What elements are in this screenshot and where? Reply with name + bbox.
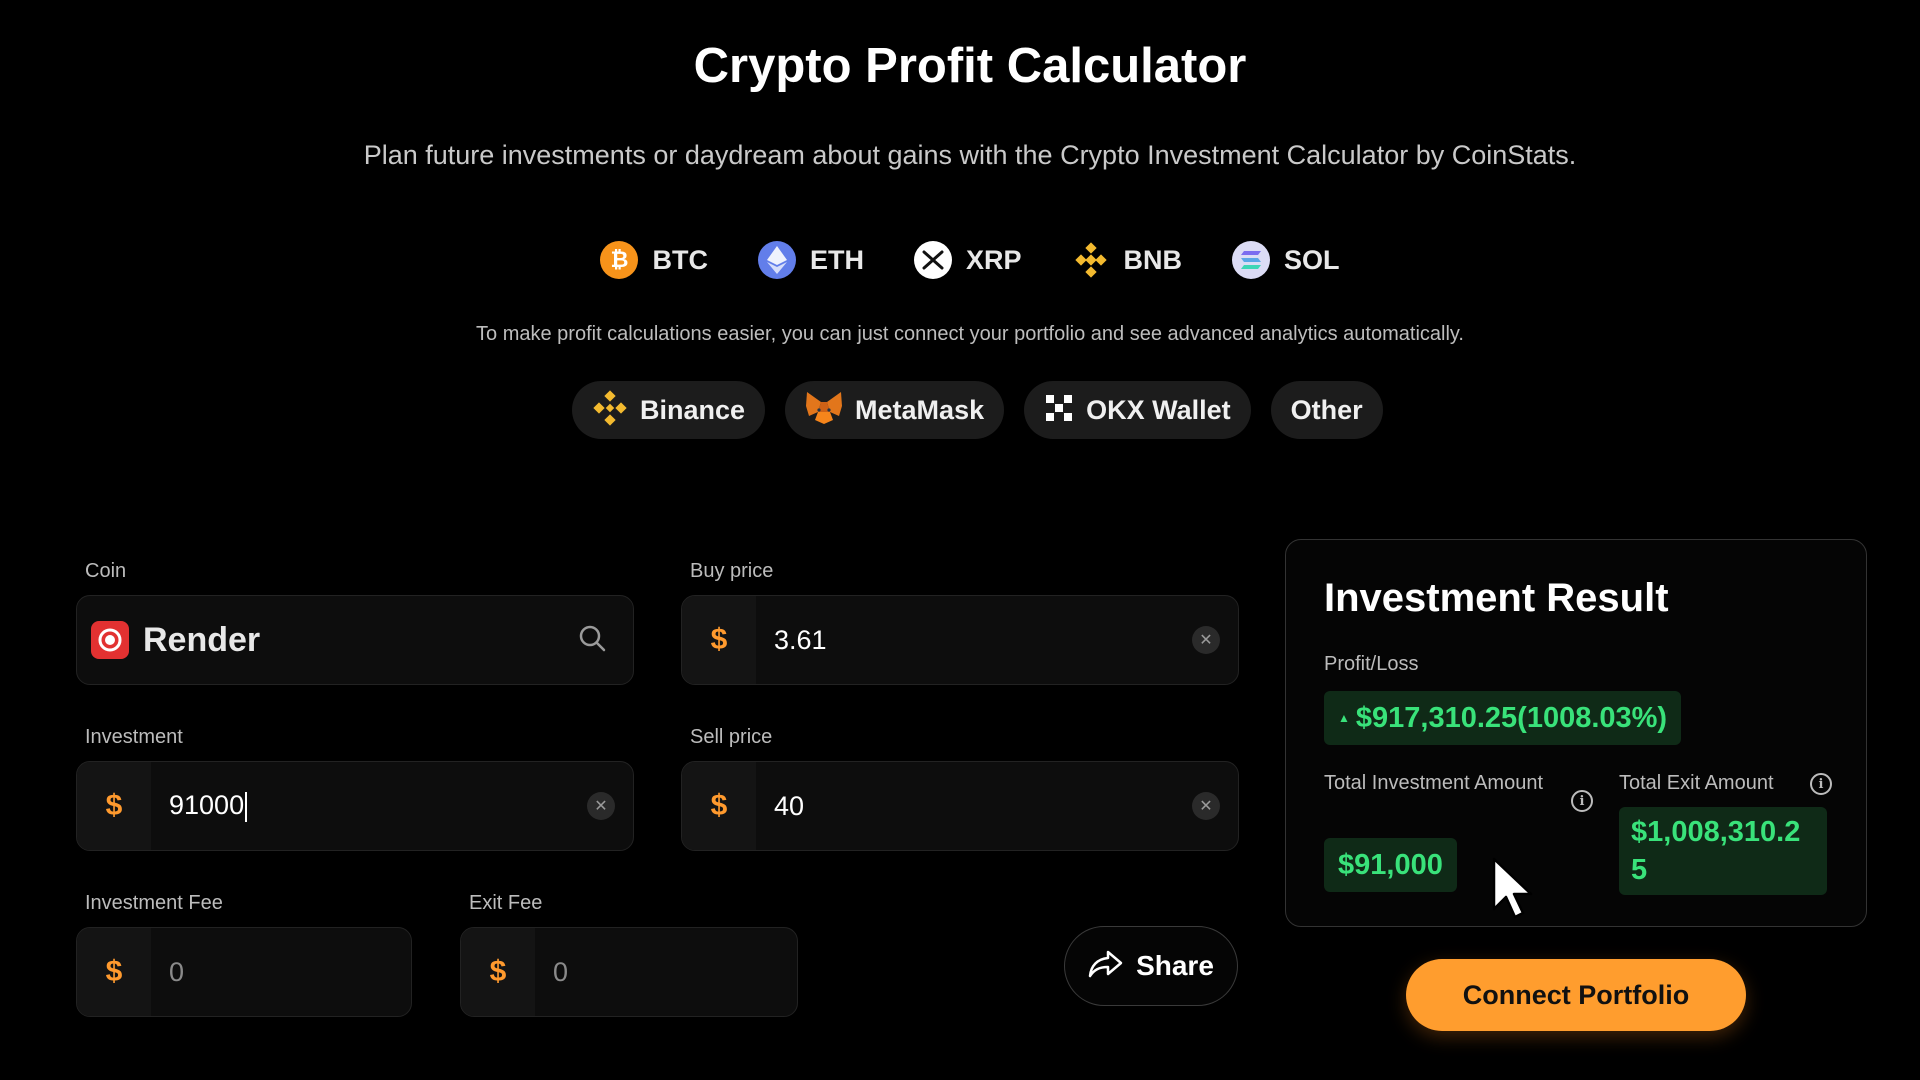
bnb-icon	[1072, 241, 1110, 279]
clear-icon[interactable]: ✕	[1192, 792, 1220, 820]
search-icon[interactable]	[577, 623, 607, 658]
investment-field[interactable]: $ 91000 ✕	[76, 761, 634, 851]
clear-icon[interactable]: ✕	[1192, 626, 1220, 654]
solana-icon	[1232, 241, 1270, 279]
connect-portfolio-label: Connect Portfolio	[1462, 979, 1690, 1010]
dollar-icon: $	[77, 762, 151, 850]
okx-icon	[1044, 393, 1074, 428]
coin-btc[interactable]: ₿ BTC	[600, 237, 708, 283]
buy-price-input[interactable]: 3.61	[756, 625, 1192, 656]
profit-loss-label: Profit/Loss	[1324, 653, 1419, 675]
investment-result-card: Investment Result Profit/Loss ▲ $917,310…	[1285, 539, 1867, 927]
coin-label: BNB	[1123, 244, 1183, 275]
exit-fee-label: Exit Fee	[469, 892, 543, 914]
up-arrow-icon: ▲	[1338, 711, 1350, 725]
investment-fee-label: Investment Fee	[85, 892, 223, 914]
coin-label: XRP	[965, 244, 1022, 275]
investment-label: Investment	[85, 726, 183, 748]
mouse-cursor-icon	[1490, 857, 1540, 923]
investment-fee-input[interactable]: 0	[151, 957, 411, 988]
share-label: Share	[1136, 950, 1214, 981]
render-icon	[91, 621, 129, 659]
wallet-other-button[interactable]: Other	[1270, 381, 1383, 439]
profit-loss-amount: $917,310.25(1008.03%)	[1355, 701, 1668, 734]
xrp-icon	[913, 241, 952, 279]
result-title: Investment Result	[1324, 576, 1669, 620]
coin-eth[interactable]: ETH	[757, 237, 864, 283]
wallet-binance-button[interactable]: Binance	[572, 381, 766, 439]
total-investment-label: Total Investment Amount	[1324, 772, 1544, 794]
coin-bnb[interactable]: BNB	[1072, 237, 1183, 283]
connect-hint: To make profit calculations easier, you …	[476, 323, 1464, 345]
binance-icon	[592, 389, 628, 431]
wallet-label: Binance	[640, 394, 746, 425]
wallet-okx-button[interactable]: OKX Wallet	[1024, 381, 1251, 439]
coin-sol[interactable]: SOL	[1232, 237, 1340, 283]
coin-value: Render	[143, 620, 261, 659]
bitcoin-icon: ₿	[600, 241, 639, 279]
dollar-icon: $	[77, 928, 151, 1016]
coin-xrp[interactable]: XRP	[913, 237, 1022, 283]
total-exit-label: Total Exit Amount	[1619, 772, 1774, 794]
wallet-label: OKX Wallet	[1086, 394, 1231, 425]
total-investment-value: $91,000	[1324, 838, 1457, 892]
exit-fee-input[interactable]: 0	[535, 957, 797, 988]
share-icon	[1088, 949, 1124, 984]
sell-price-label: Sell price	[690, 726, 773, 748]
wallet-label: MetaMask	[855, 394, 985, 425]
coin-select[interactable]: Render	[76, 595, 634, 685]
total-exit-value: $1,008,310.25	[1619, 807, 1827, 895]
coin-label: SOL	[1284, 244, 1340, 275]
sell-price-input[interactable]: 40	[756, 791, 1192, 822]
page-title: Crypto Profit Calculator	[693, 39, 1247, 93]
wallet-label: Other	[1290, 394, 1363, 425]
investment-value: 91000	[169, 790, 245, 821]
buy-price-field[interactable]: $ 3.61 ✕	[681, 595, 1239, 685]
exit-fee-field[interactable]: $ 0	[460, 927, 798, 1017]
wallet-metamask-button[interactable]: MetaMask	[785, 381, 1005, 439]
coin-label: BTC	[652, 244, 708, 275]
buy-price-label: Buy price	[690, 560, 774, 582]
text-caret	[245, 791, 248, 822]
clear-icon[interactable]: ✕	[587, 792, 615, 820]
wallet-options: Binance MetaMask OKX Wallet Other	[572, 381, 1383, 439]
page-subtitle: Plan future investments or daydream abou…	[363, 140, 1577, 170]
share-button[interactable]: Share	[1064, 926, 1238, 1006]
profit-loss-value: ▲ $917,310.25(1008.03%)	[1324, 691, 1682, 745]
ethereum-icon	[757, 241, 796, 279]
investment-fee-field[interactable]: $ 0	[76, 927, 412, 1017]
coin-label: ETH	[809, 244, 864, 275]
sell-price-field[interactable]: $ 40 ✕	[681, 761, 1239, 851]
connect-portfolio-button[interactable]: Connect Portfolio	[1406, 959, 1746, 1031]
metamask-fox-icon	[805, 390, 843, 431]
coin-label: Coin	[85, 560, 127, 582]
dollar-icon: $	[461, 928, 535, 1016]
dollar-icon: $	[682, 762, 756, 850]
info-icon[interactable]: i	[1810, 773, 1832, 795]
investment-input[interactable]: 91000	[151, 790, 587, 822]
coin-selector: ₿ BTC ETH XRP BNB SOL	[0, 237, 1920, 283]
info-icon[interactable]: i	[1571, 790, 1593, 812]
dollar-icon: $	[682, 596, 756, 684]
